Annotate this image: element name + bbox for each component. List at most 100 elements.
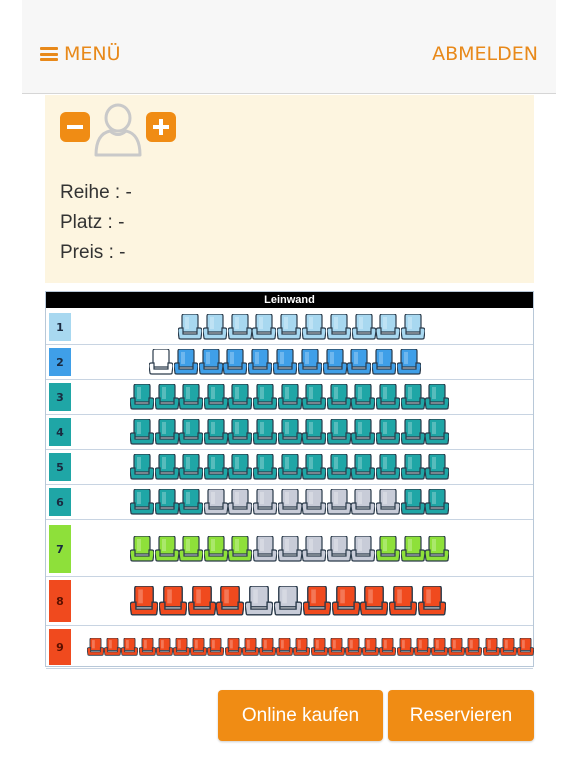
seat-r8-8[interactable]: [331, 585, 361, 620]
seat-r8-10[interactable]: [388, 585, 418, 620]
seat-r9-10[interactable]: [241, 637, 260, 660]
seat-r8-7[interactable]: [302, 585, 332, 620]
buy-online-button[interactable]: Online kaufen: [218, 690, 383, 741]
seat-r2-7[interactable]: [297, 348, 323, 379]
seat-r8-11[interactable]: [417, 585, 447, 620]
seat-r4-2[interactable]: [153, 418, 180, 449]
seat-r7-2[interactable]: [153, 535, 180, 566]
seat-r2-4[interactable]: [222, 348, 248, 379]
seat-r3-11[interactable]: [375, 383, 401, 414]
seat-r6-13[interactable]: [424, 488, 450, 519]
seat-r4-7[interactable]: [276, 418, 303, 449]
seat-r4-11[interactable]: [375, 418, 401, 449]
seat-r9-17[interactable]: [361, 637, 380, 660]
seat-r5-3[interactable]: [178, 453, 204, 484]
seat-r9-20[interactable]: [413, 637, 432, 660]
seat-r5-13[interactable]: [424, 453, 450, 484]
seat-r9-22[interactable]: [447, 637, 466, 660]
seat-r9-6[interactable]: [172, 637, 191, 660]
seat-r1-7[interactable]: [326, 313, 352, 344]
seat-r3-3[interactable]: [178, 383, 204, 414]
seat-r7-1[interactable]: [129, 535, 155, 566]
seat-r2-6[interactable]: [272, 348, 298, 379]
seat-r7-13[interactable]: [424, 535, 450, 566]
seat-r3-9[interactable]: [326, 383, 352, 414]
seat-r4-10[interactable]: [350, 418, 376, 449]
decrease-seats-button[interactable]: [60, 112, 90, 142]
seat-r9-11[interactable]: [258, 637, 277, 660]
increase-seats-button[interactable]: [146, 112, 176, 142]
seat-r8-1[interactable]: [129, 585, 159, 620]
seat-r5-1[interactable]: [129, 453, 155, 484]
seat-r9-3[interactable]: [121, 637, 139, 660]
seat-r2-3[interactable]: [197, 348, 224, 379]
seat-r7-12[interactable]: [399, 535, 426, 566]
seat-r5-7[interactable]: [276, 453, 303, 484]
seat-r9-12[interactable]: [275, 637, 294, 660]
seat-r7-3[interactable]: [178, 535, 204, 566]
seat-r5-11[interactable]: [375, 453, 401, 484]
seat-r9-16[interactable]: [344, 637, 363, 660]
seat-r1-1[interactable]: [177, 313, 203, 344]
seat-r9-7[interactable]: [189, 637, 208, 660]
seat-r8-2[interactable]: [158, 585, 188, 620]
seat-r4-8[interactable]: [301, 418, 327, 449]
seat-r9-21[interactable]: [430, 637, 449, 660]
seat-r5-5[interactable]: [227, 453, 253, 484]
seat-r1-2[interactable]: [202, 313, 228, 344]
seat-r2-11[interactable]: [396, 348, 422, 379]
seat-r5-12[interactable]: [399, 453, 426, 484]
seat-r1-4[interactable]: [251, 313, 277, 344]
seat-r3-10[interactable]: [350, 383, 376, 414]
seat-r3-2[interactable]: [153, 383, 180, 414]
seat-r1-10[interactable]: [400, 313, 426, 344]
seat-r5-9[interactable]: [326, 453, 352, 484]
seat-r3-12[interactable]: [399, 383, 426, 414]
seat-r8-4[interactable]: [215, 585, 245, 620]
seat-r9-25[interactable]: [499, 637, 518, 660]
seat-r8-9[interactable]: [359, 585, 389, 620]
seat-r9-19[interactable]: [396, 637, 414, 660]
seat-r9-18[interactable]: [379, 637, 397, 660]
seat-r5-8[interactable]: [301, 453, 327, 484]
seat-r9-8[interactable]: [207, 637, 225, 660]
seat-r5-4[interactable]: [203, 453, 229, 484]
seat-r7-5[interactable]: [227, 535, 253, 566]
seat-r9-4[interactable]: [138, 637, 156, 660]
seat-r9-15[interactable]: [327, 637, 346, 660]
seat-r4-1[interactable]: [129, 418, 155, 449]
seat-r1-5[interactable]: [276, 313, 302, 344]
seat-r8-3[interactable]: [187, 585, 217, 620]
seat-r7-4[interactable]: [203, 535, 229, 566]
seat-r2-2[interactable]: [173, 348, 199, 379]
seat-r3-6[interactable]: [252, 383, 278, 414]
seat-r4-9[interactable]: [326, 418, 352, 449]
seat-r5-2[interactable]: [153, 453, 180, 484]
seat-r6-12[interactable]: [399, 488, 426, 519]
seat-r5-6[interactable]: [252, 453, 278, 484]
seat-r9-14[interactable]: [310, 637, 328, 660]
seat-r4-13[interactable]: [424, 418, 450, 449]
seat-r1-9[interactable]: [375, 313, 401, 344]
seat-r9-13[interactable]: [293, 637, 311, 660]
seat-r9-1[interactable]: [86, 637, 105, 660]
seat-r7-11[interactable]: [375, 535, 401, 566]
seat-r3-13[interactable]: [424, 383, 450, 414]
seat-r4-5[interactable]: [227, 418, 253, 449]
seat-r9-26[interactable]: [516, 637, 535, 660]
seat-r2-10[interactable]: [371, 348, 397, 379]
seat-r9-23[interactable]: [465, 637, 483, 660]
seat-r4-6[interactable]: [252, 418, 278, 449]
seat-r2-9[interactable]: [346, 348, 372, 379]
seat-r1-6[interactable]: [301, 313, 327, 344]
seat-r3-1[interactable]: [129, 383, 155, 414]
seat-r3-8[interactable]: [301, 383, 327, 414]
seat-r6-3[interactable]: [178, 488, 204, 519]
seat-r3-7[interactable]: [276, 383, 303, 414]
seat-r6-1[interactable]: [129, 488, 155, 519]
seat-r3-4[interactable]: [203, 383, 229, 414]
seat-r2-8[interactable]: [321, 348, 348, 379]
seat-r9-9[interactable]: [224, 637, 242, 660]
seat-r5-10[interactable]: [350, 453, 376, 484]
menu-button[interactable]: MENÜ: [40, 43, 121, 65]
